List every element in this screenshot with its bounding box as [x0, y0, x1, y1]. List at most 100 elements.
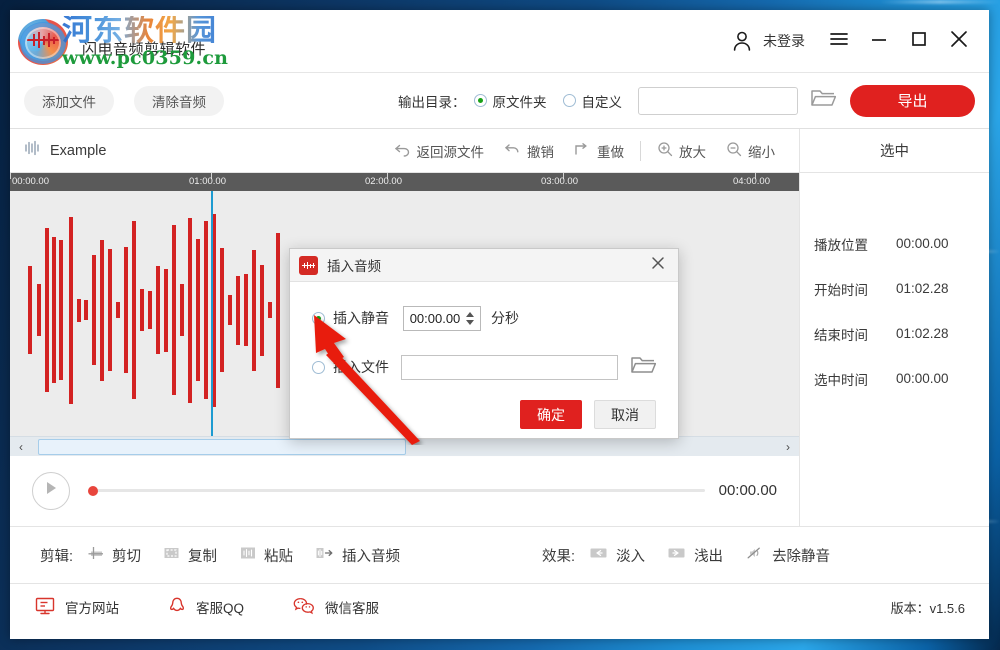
return-source-button[interactable]: 返回源文件	[384, 141, 495, 161]
undo-button[interactable]: 撤销	[494, 141, 564, 161]
current-file-name: Example	[50, 142, 107, 159]
timeline-ruler[interactable]: 00:00.00 01:00.00 02:00.00 03:00.00 04:00.00	[10, 173, 799, 191]
waveform-bar	[172, 225, 176, 395]
return-source-label: 返回源文件	[416, 144, 485, 160]
official-website-link[interactable]: 官方网站	[34, 596, 119, 619]
waveform-bar	[164, 268, 168, 352]
fade-out-icon	[667, 545, 687, 565]
chevron-right-icon[interactable]: ›	[781, 440, 795, 454]
fade-out-button[interactable]: 浅出	[667, 545, 723, 566]
zoom-out-button[interactable]: 缩小	[716, 141, 785, 161]
waveform-bar	[108, 249, 112, 371]
close-button[interactable]	[939, 21, 979, 61]
folder-open-icon[interactable]	[630, 354, 657, 381]
undo-icon	[504, 142, 521, 160]
selection-tab[interactable]: 选中	[799, 129, 989, 172]
paste-label: 粘贴	[264, 548, 294, 565]
fade-in-button[interactable]: 淡入	[589, 545, 645, 566]
insert-silence-radio[interactable]: 插入静音	[312, 308, 389, 328]
radio-custom-folder[interactable]: 自定义	[562, 91, 623, 111]
folder-open-icon[interactable]	[810, 87, 837, 114]
menu-button[interactable]	[819, 21, 859, 61]
seek-knob[interactable]	[88, 485, 98, 496]
waveform-bar	[236, 275, 240, 345]
chevron-left-icon[interactable]: ‹	[14, 440, 28, 454]
dialog-close-button[interactable]	[647, 254, 669, 277]
app-title: 闪电音频剪辑软件	[82, 40, 207, 58]
dialog-ok-button[interactable]: 确定	[520, 400, 582, 429]
waveform-bar	[116, 302, 120, 318]
horizontal-scrollbar[interactable]: ‹ ›	[10, 436, 799, 456]
info-row-value: 00:00.00	[896, 236, 949, 251]
output-directory-group: 输出目录： 原文件夹 自定义 导出	[398, 84, 975, 117]
waveform-icon	[24, 140, 41, 161]
stepper-down-icon[interactable]	[466, 319, 474, 325]
paste-button[interactable]: 粘贴	[239, 545, 293, 566]
maximize-button[interactable]	[899, 21, 939, 61]
output-path-input[interactable]	[638, 86, 798, 115]
app-logo	[14, 15, 76, 67]
desktop-streak-1	[880, 0, 1000, 4]
insert-audio-dialog: 插入音频 插入静音 分秒	[289, 248, 679, 439]
waveform-bar	[124, 247, 128, 373]
copy-icon	[163, 545, 181, 565]
insert-file-path-input[interactable]	[401, 354, 618, 380]
playhead-marker[interactable]	[211, 191, 213, 436]
transport-bar: 00:00.00	[10, 456, 799, 525]
radio-custom-folder-label: 自定义	[581, 94, 623, 110]
paste-icon	[239, 545, 257, 565]
insert-audio-icon	[315, 545, 335, 565]
effect-group-label: 效果:	[542, 548, 576, 565]
scrollbar-thumb[interactable]	[38, 438, 406, 455]
cut-label: 剪切	[112, 548, 142, 565]
seek-slider[interactable]	[88, 481, 705, 501]
copy-label: 复制	[188, 548, 218, 565]
silence-duration-input[interactable]	[404, 306, 466, 330]
insert-file-row: 插入文件	[312, 351, 657, 383]
stepper-up-icon[interactable]	[466, 311, 474, 317]
redo-button[interactable]: 重做	[564, 141, 634, 161]
minimize-button[interactable]	[859, 21, 899, 61]
export-button[interactable]: 导出	[850, 84, 975, 117]
scrollbar-track[interactable]	[28, 438, 781, 455]
account-button[interactable]: 未登录	[716, 23, 819, 59]
support-qq-link[interactable]: 客服QQ	[167, 596, 244, 619]
cut-button[interactable]: 剪切	[87, 545, 141, 566]
waveform-bar	[260, 264, 264, 356]
insert-file-radio[interactable]: 插入文件	[312, 357, 389, 377]
waveform-bar	[276, 232, 280, 388]
info-row-value: 01:02.28	[896, 281, 949, 296]
output-directory-label: 输出目录：	[398, 94, 466, 110]
current-time-display: 00:00.00	[718, 482, 777, 499]
remove-silence-button[interactable]: 去除静音	[745, 545, 830, 566]
ruler-tick-label: 03:00.00	[541, 176, 578, 187]
mute-remove-icon	[745, 545, 765, 565]
hamburger-menu-icon	[828, 28, 850, 55]
zoom-in-button[interactable]: 放大	[647, 141, 716, 161]
wechat-icon	[292, 596, 316, 619]
ruler-tick	[10, 173, 11, 179]
play-button[interactable]	[32, 471, 70, 510]
radio-source-folder[interactable]: 原文件夹	[473, 91, 547, 111]
waveform-bar	[228, 295, 232, 325]
actions-bar: 剪辑: 剪切 复制 粘贴 插入音频 效果: 淡入 浅出 去除静音	[10, 526, 989, 583]
wechat-support-link[interactable]: 微信客服	[292, 596, 379, 619]
add-file-button[interactable]: 添加文件	[24, 85, 114, 116]
silence-duration-stepper[interactable]	[403, 305, 481, 331]
edit-action-group: 剪辑: 剪切 复制 粘贴 插入音频	[40, 545, 422, 566]
clear-audio-button[interactable]: 清除音频	[134, 85, 224, 116]
copy-button[interactable]: 复制	[163, 545, 217, 566]
insert-audio-label: 插入音频	[342, 548, 401, 565]
remove-silence-label: 去除静音	[772, 548, 831, 565]
toolbar-divider	[640, 140, 641, 161]
official-website-label: 官方网站	[65, 601, 119, 616]
stepper-arrows[interactable]	[466, 311, 480, 325]
waveform-bar	[45, 228, 49, 392]
insert-audio-button[interactable]: 插入音频	[315, 545, 400, 566]
info-panel: 播放位置 00:00.00 开始时间 01:02.28 结束时间 01:02.28 选中时间…	[799, 173, 989, 526]
waveform-bar	[268, 302, 272, 318]
waveform-bar	[220, 248, 224, 372]
waveform-bar	[140, 289, 144, 331]
dialog-cancel-button[interactable]: 取消	[594, 400, 656, 429]
fade-in-icon	[589, 545, 609, 565]
